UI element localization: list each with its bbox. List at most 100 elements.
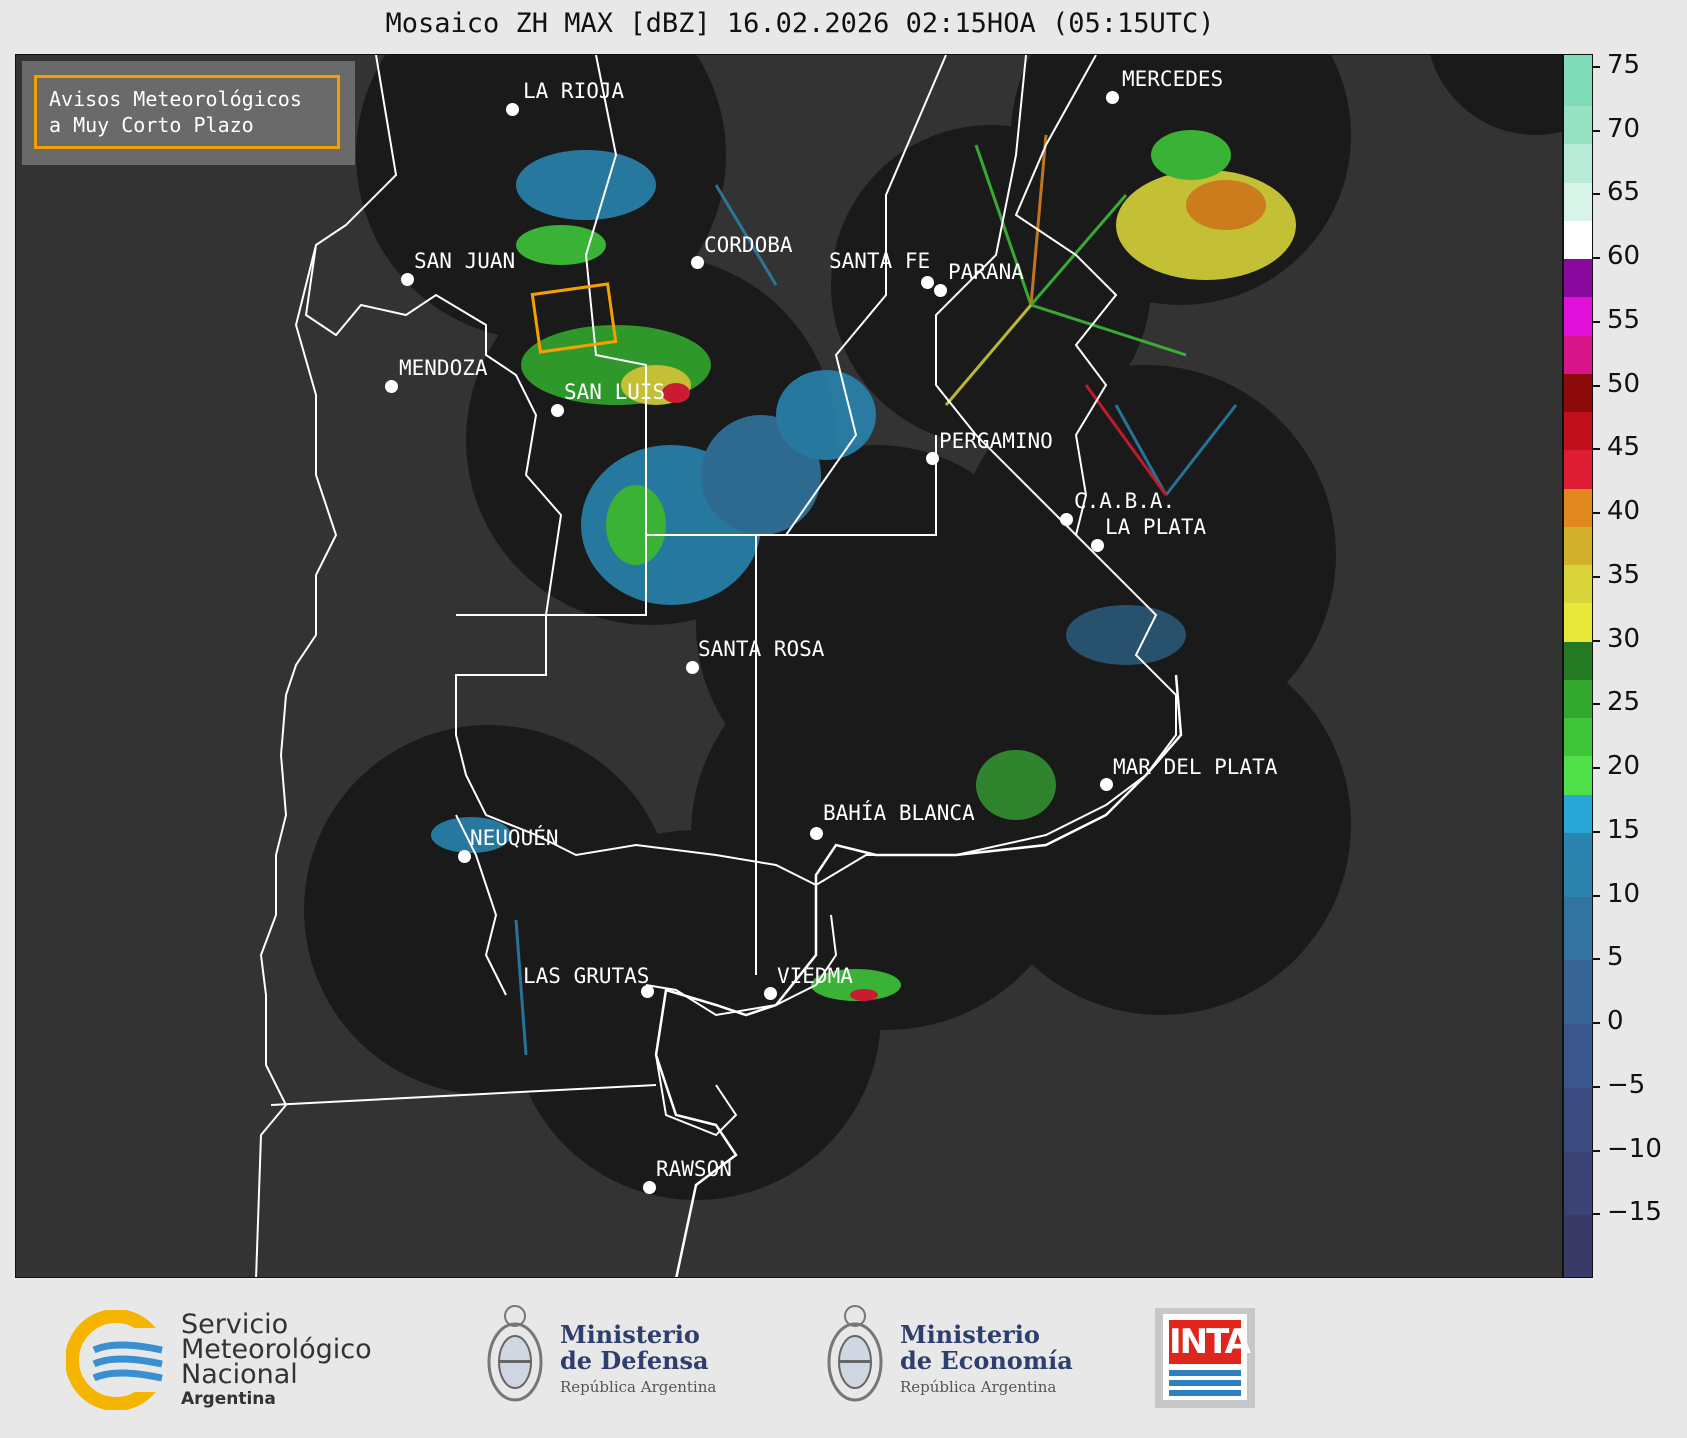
city-label-mar-del-plata: MAR DEL PLATA — [1113, 755, 1278, 779]
inta-logo: INTA — [1155, 1308, 1255, 1408]
colorbar-segment — [1564, 794, 1592, 833]
smn-emblem-icon — [65, 1309, 171, 1411]
city-label-san-juan: SAN JUAN — [414, 249, 516, 273]
city-dot — [401, 273, 414, 286]
colorbar-segment — [1564, 960, 1592, 1024]
colorbar-tick-label: 50 — [1593, 369, 1640, 399]
coverage-las-grutas — [511, 830, 881, 1200]
colorbar-tick-label: −10 — [1593, 1134, 1662, 1164]
colorbar-tick-label: 15 — [1593, 815, 1640, 845]
radar-coverage — [304, 55, 1562, 1200]
city-label-santa-fe: SANTA FE — [829, 249, 931, 273]
city-dot — [1106, 91, 1119, 104]
inta-stripe — [1169, 1370, 1241, 1376]
city-label-viedma: VIEDMA — [777, 964, 853, 988]
colorbar-segment — [1564, 1024, 1592, 1088]
colorbar-segment — [1564, 565, 1592, 604]
inta-stripe — [1169, 1380, 1241, 1386]
city-dot — [686, 661, 699, 674]
colorbar-tick-label: 20 — [1593, 751, 1640, 781]
city-dot — [926, 452, 939, 465]
city-dot — [1091, 539, 1104, 552]
city-dot — [810, 827, 823, 840]
colorbar-tick-label: 40 — [1593, 496, 1640, 526]
defensa-sub: República Argentina — [560, 1378, 717, 1396]
colorbar-tick-label: 65 — [1593, 177, 1640, 207]
city-label-la-rioja: LA RIOJA — [523, 79, 625, 103]
footer-logos: Servicio Meteorológico Nacional Argentin… — [0, 1280, 1687, 1438]
economia-sub: República Argentina — [900, 1378, 1057, 1396]
colorbar-tick-label: 35 — [1593, 560, 1640, 590]
city-label-cordoba: CORDOBA — [704, 233, 793, 257]
colorbar-segment — [1564, 297, 1592, 336]
economia-line-2: de Economía — [900, 1346, 1073, 1375]
city-dot — [1100, 778, 1113, 791]
city-label-mendoza: MENDOZA — [399, 356, 488, 380]
colorbar-segment — [1564, 832, 1592, 897]
warning-badge: Avisos Meteorológicos a Muy Corto Plazo — [22, 61, 355, 165]
city-label-parana: PARANA — [948, 260, 1024, 284]
colorbar-segment — [1564, 756, 1592, 795]
city-label-bahia-blanca: BAHÍA BLANCA — [823, 801, 975, 825]
radar-map[interactable]: Avisos Meteorológicos a Muy Corto Plazo … — [15, 54, 1563, 1278]
colorbar-tick-label: 0 — [1593, 1006, 1624, 1036]
smn-logo: Servicio Meteorológico Nacional Argentin… — [65, 1309, 376, 1411]
defensa-line-2: de Defensa — [560, 1346, 709, 1375]
city-dot — [643, 1181, 656, 1194]
city-dot — [921, 276, 934, 289]
smn-line-4: Argentina — [181, 1389, 276, 1409]
colorbar-tick-label: 55 — [1593, 305, 1640, 335]
colorbar-tick-label: −15 — [1593, 1197, 1662, 1227]
economia-line-1: Ministerio — [900, 1320, 1040, 1349]
city-label-san-luis: SAN LUIS — [564, 380, 666, 404]
colorbar-segment — [1564, 1151, 1592, 1216]
colorbar-segment — [1564, 896, 1592, 961]
colorbar-segment — [1564, 450, 1592, 489]
colorbar-segment — [1564, 1215, 1592, 1277]
city-label-caba: C.A.B.A. — [1074, 489, 1176, 513]
city-label-la-plata: LA PLATA — [1105, 515, 1207, 539]
inta-stripe — [1169, 1390, 1241, 1396]
colorbar-segment — [1564, 182, 1592, 221]
city-label-santa-rosa: SANTA ROSA — [698, 637, 825, 661]
map-title: Mosaico ZH MAX [dBZ] 16.02.2026 02:15HOA… — [385, 8, 1215, 39]
city-label-neuquen: NEUQUÉN — [470, 826, 559, 850]
colorbar-tick-label: −5 — [1593, 1070, 1645, 1100]
city-label-mercedes: MERCEDES — [1122, 67, 1224, 91]
city-dot — [551, 404, 564, 417]
colorbar-tick-label: 25 — [1593, 687, 1640, 717]
colorbar-tick-label: 5 — [1593, 942, 1624, 972]
colorbar-segment — [1564, 718, 1592, 757]
smn-line-3: Nacional — [181, 1359, 298, 1390]
city-dot — [1060, 513, 1073, 526]
coat-of-arms-icon — [487, 1305, 543, 1402]
colorbar-segment — [1564, 220, 1592, 259]
city-dot — [506, 103, 519, 116]
colorbar-segment — [1564, 55, 1592, 106]
colorbar-segment — [1564, 641, 1592, 680]
colorbar-tick-label: 45 — [1593, 432, 1640, 462]
badge-line-2: a Muy Corto Plazo — [49, 113, 254, 137]
colorbar-segment — [1564, 679, 1592, 718]
colorbar-segment — [1564, 335, 1592, 374]
defensa-line-1: Ministerio — [560, 1320, 700, 1349]
ministerio-economia-logo: Ministerio de Economía República Argenti… — [820, 1300, 1120, 1420]
colorbar-segment — [1564, 1087, 1592, 1152]
colorbar-segment — [1564, 603, 1592, 642]
coverage-ne — [1430, 55, 1562, 135]
colorbar-segment — [1564, 488, 1592, 527]
colorbar-tick-label: 10 — [1593, 879, 1640, 909]
city-dot — [458, 850, 471, 863]
colorbar-segment — [1564, 526, 1592, 565]
colorbar-segment — [1564, 259, 1592, 298]
colorbar-tick-label: 75 — [1593, 50, 1640, 80]
colorbar-tick-label: 30 — [1593, 624, 1640, 654]
coat-of-arms-icon — [827, 1305, 883, 1402]
city-dot — [764, 987, 777, 1000]
colorbar — [1563, 54, 1593, 1278]
ministerio-defensa-logo: Ministerio de Defensa República Argentin… — [480, 1300, 780, 1420]
city-label-pergamino: PERGAMINO — [939, 429, 1053, 453]
badge-line-1: Avisos Meteorológicos — [49, 87, 302, 111]
colorbar-tick-label: 70 — [1593, 114, 1640, 144]
inta-wordmark: INTA — [1169, 1320, 1251, 1364]
